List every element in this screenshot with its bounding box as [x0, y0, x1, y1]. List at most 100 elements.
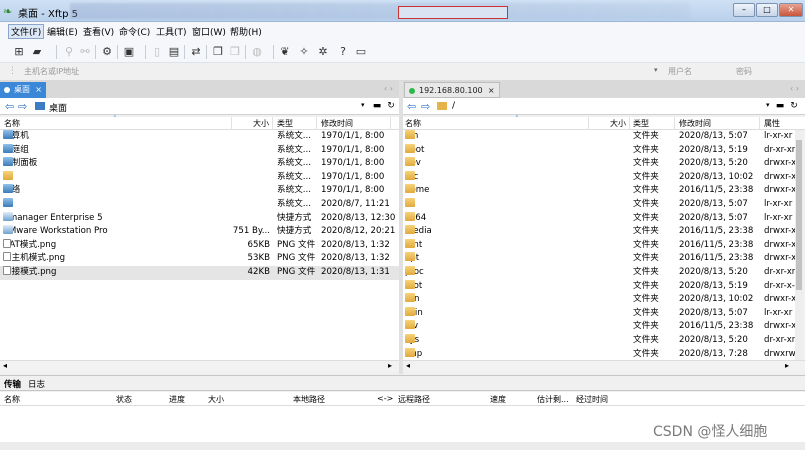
col-local-path[interactable]: 本地路径: [293, 394, 325, 405]
col-size[interactable]: 大小: [610, 118, 626, 129]
refresh-icon[interactable]: ↻: [788, 100, 800, 112]
host-dropdown-icon[interactable]: ▾: [654, 66, 658, 74]
xmanager-icon[interactable]: ✧: [297, 45, 311, 59]
col-progress[interactable]: 进度: [169, 394, 185, 405]
file-row[interactable]: bin 文件夹 2020/8/13, 5:07 lr-xr-xr: [403, 130, 795, 144]
help-icon[interactable]: ?: [336, 45, 350, 59]
file-row[interactable]: srv 文件夹 2016/11/5, 23:38 drwxr-xr: [403, 320, 795, 334]
file-row[interactable]: boot 文件夹 2020/8/13, 5:19 dr-xr-xr: [403, 143, 795, 158]
col-name[interactable]: 名称: [4, 394, 20, 405]
refresh-icon[interactable]: ↻: [385, 100, 397, 112]
col-modified[interactable]: 修改时间: [321, 118, 353, 129]
globe-icon[interactable]: ◍: [250, 45, 264, 59]
file-row[interactable]: sbin 文件夹 2020/8/13, 5:07 lr-xr-xr: [403, 306, 795, 321]
menu-help[interactable]: 帮助(H): [230, 25, 262, 38]
col-remote-path[interactable]: 远程路径: [398, 394, 430, 405]
col-type[interactable]: 类型: [277, 118, 293, 129]
tab-log[interactable]: 日志: [28, 378, 45, 390]
close-button[interactable]: ✕: [779, 3, 803, 17]
file-row[interactable]: sys 文件夹 2020/8/13, 5:20 dr-xr-xr: [403, 334, 795, 348]
username-field[interactable]: 用户名: [668, 66, 692, 77]
minimize-button[interactable]: –: [733, 3, 755, 17]
col-speed[interactable]: 速度: [490, 394, 506, 405]
host-input[interactable]: 主机名或IP地址: [24, 66, 79, 77]
new-file-icon[interactable]: ▯: [150, 45, 164, 59]
menu-edit[interactable]: 编辑(E): [47, 25, 78, 38]
password-field[interactable]: 密码: [736, 66, 752, 77]
path-dropdown-icon[interactable]: ▾: [766, 101, 770, 109]
file-row[interactable]: VMware Workstation Pro 751 By... 快捷方式 2020/…: [0, 225, 399, 239]
file-row[interactable]: su 系统文... 2020/8/7, 11:21: [0, 198, 399, 212]
file-row[interactable]: lib 文件夹 2020/8/13, 5:07 lr-xr-xr: [403, 198, 795, 212]
file-row[interactable]: media 文件夹 2016/11/5, 23:38 drwxr-xr: [403, 225, 795, 239]
tab-remote-session[interactable]: 192.168.80.100 ×: [404, 82, 500, 98]
right-vscroll[interactable]: [795, 130, 803, 360]
file-row[interactable]: 库 系统文... 1970/1/1, 8:00: [0, 170, 399, 185]
file-row[interactable]: run 文件夹 2020/8/13, 10:02 drwxr-xr: [403, 293, 795, 307]
tab-local-desktop[interactable]: 桌面 ×: [0, 82, 46, 98]
new-session-icon[interactable]: ⊞: [12, 45, 26, 59]
file-row[interactable]: 控制面板 系统文... 1970/1/1, 8:00: [0, 157, 399, 171]
file-row[interactable]: NAT模式.png 65KB PNG 文件 2020/8/13, 1:32: [0, 238, 399, 253]
left-hscroll[interactable]: ◂ ▸: [0, 360, 399, 372]
right-hscroll[interactable]: ◂ ▸: [403, 360, 805, 372]
paste-icon[interactable]: ❒: [228, 45, 242, 59]
back-icon[interactable]: ⇦: [5, 100, 14, 113]
folder-up-icon[interactable]: ▬: [371, 100, 383, 112]
file-row[interactable]: home 文件夹 2016/11/5, 23:38 drwxr-xr: [403, 184, 795, 198]
view-toggle-icon[interactable]: ▣: [122, 45, 136, 59]
file-row[interactable]: proc 文件夹 2020/8/13, 5:20 dr-xr-xr: [403, 266, 795, 280]
col-modified[interactable]: 修改时间: [679, 118, 711, 129]
menu-tools[interactable]: 工具(T): [156, 25, 187, 38]
col-type[interactable]: 类型: [633, 118, 649, 129]
file-row[interactable]: 计算机 系统文... 1970/1/1, 8:00: [0, 130, 399, 144]
file-row[interactable]: root 文件夹 2020/8/13, 5:19 dr-xr-x---: [403, 279, 795, 294]
file-row[interactable]: 家庭组 系统文... 1970/1/1, 8:00: [0, 143, 399, 158]
menu-command[interactable]: 命令(C): [119, 25, 150, 38]
right-path[interactable]: /: [452, 101, 455, 111]
left-path[interactable]: 桌面: [49, 101, 67, 114]
menu-file[interactable]: 文件(F): [8, 24, 45, 39]
xshell-icon[interactable]: ❦: [278, 45, 292, 59]
forward-icon[interactable]: ⇨: [18, 100, 27, 113]
file-row[interactable]: etc 文件夹 2020/8/13, 10:02 drwxr-xr: [403, 170, 795, 185]
file-row[interactable]: tmp 文件夹 2020/8/13, 7:28 drwxrwx: [403, 347, 795, 360]
file-row[interactable]: lib64 文件夹 2020/8/13, 5:07 lr-xr-xr: [403, 211, 795, 226]
menu-window[interactable]: 窗口(W): [192, 25, 226, 38]
properties-icon[interactable]: ⚙: [100, 45, 114, 59]
open-folder-icon[interactable]: ▰: [30, 45, 44, 59]
disconnect-icon[interactable]: ⚯: [78, 45, 92, 59]
col-eta[interactable]: 估计剩...: [537, 394, 569, 405]
file-row[interactable]: opt 文件夹 2016/11/5, 23:38 drwxr-xr: [403, 252, 795, 266]
col-elapsed[interactable]: 经过时间: [576, 394, 608, 405]
edit-file-icon[interactable]: ▤: [167, 45, 181, 59]
col-status[interactable]: 状态: [116, 394, 132, 405]
col-size[interactable]: 大小: [253, 118, 269, 129]
col-direction[interactable]: <->: [377, 394, 393, 403]
folder-up-icon[interactable]: ▬: [774, 100, 786, 112]
settings-icon[interactable]: ✲: [316, 45, 330, 59]
menu-view[interactable]: 查看(V): [83, 25, 114, 38]
file-row[interactable]: 网络 系统文... 1970/1/1, 8:00: [0, 184, 399, 198]
connect-icon[interactable]: ⚲: [62, 45, 76, 59]
tab-transfers[interactable]: 传输: [4, 378, 21, 390]
tab-close-icon[interactable]: ×: [35, 82, 42, 98]
col-name[interactable]: 名称: [405, 118, 421, 129]
forward-icon[interactable]: ⇨: [421, 100, 430, 113]
chat-icon[interactable]: ▭: [354, 45, 368, 59]
copy-icon[interactable]: ❐: [211, 45, 225, 59]
file-row[interactable]: dev 文件夹 2020/8/13, 5:20 drwxr-xr: [403, 157, 795, 171]
file-row[interactable]: Xmanager Enterprise 5 快捷方式 2020/8/13, 12:3…: [0, 211, 399, 226]
col-size[interactable]: 大小: [208, 394, 224, 405]
file-row[interactable]: 仅主机模式.png 53KB PNG 文件 2020/8/13, 1:32: [0, 252, 399, 266]
file-row[interactable]: mnt 文件夹 2016/11/5, 23:38 drwxr-xr: [403, 238, 795, 253]
tab-scroll-icon[interactable]: ‹ ›: [790, 84, 799, 93]
col-attributes[interactable]: 属性: [764, 118, 780, 129]
tab-scroll-icon[interactable]: ‹ ›: [384, 84, 393, 93]
back-icon[interactable]: ⇦: [407, 100, 416, 113]
maximize-button[interactable]: □: [756, 3, 778, 17]
tab-close-icon[interactable]: ×: [488, 83, 495, 99]
col-name[interactable]: 名称: [4, 118, 20, 129]
path-dropdown-icon[interactable]: ▾: [361, 101, 365, 109]
sync-icon[interactable]: ⇄: [189, 45, 203, 59]
